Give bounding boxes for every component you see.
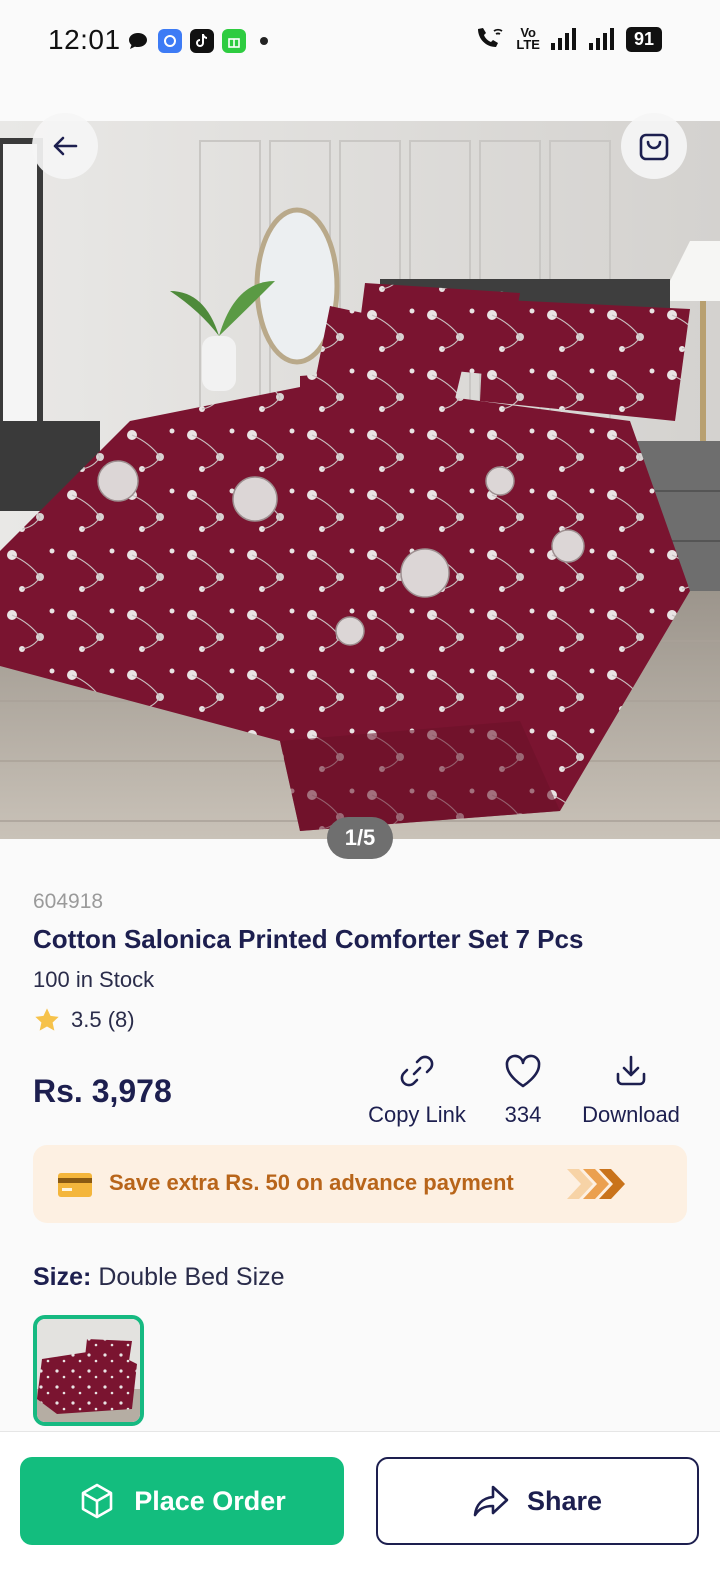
notification-icons	[126, 29, 268, 53]
size-selector-label: Size: Double Bed Size	[33, 1263, 285, 1292]
system-icons: Vo LTE 91	[474, 26, 662, 52]
product-sku: 604918	[33, 890, 104, 913]
star-icon	[35, 1008, 59, 1031]
credit-card-icon	[58, 1173, 92, 1197]
copy-link-label: Copy Link	[368, 1102, 466, 1127]
bottom-action-bar: Place Order Share	[0, 1431, 720, 1570]
chevrons-right-icon	[567, 1169, 625, 1199]
volte-indicator: Vo LTE	[516, 25, 540, 52]
back-button[interactable]	[32, 113, 98, 179]
place-order-label: Place Order	[134, 1485, 286, 1516]
advance-payment-banner[interactable]: Save extra Rs. 50 on advance payment	[33, 1145, 687, 1223]
cart-button[interactable]	[621, 113, 687, 179]
wishlist-button[interactable]: 334	[496, 1052, 550, 1128]
wifi-call-icon	[478, 28, 503, 47]
size-value: Double Bed Size	[98, 1263, 285, 1291]
heart-icon	[505, 1054, 541, 1088]
variant-thumbnail-image	[37, 1319, 140, 1422]
share-label: Share	[526, 1485, 603, 1516]
signal-icon-sim1	[550, 28, 576, 50]
signal-icon-sim2	[588, 28, 614, 50]
status-bar: 12:01 Vo LTE 91	[0, 0, 720, 84]
shopping-bag-icon	[639, 133, 669, 161]
product-photo	[0, 121, 720, 839]
size-variant-thumbnail[interactable]	[33, 1315, 144, 1426]
battery-indicator: 91	[625, 26, 662, 52]
image-pager-indicator: 1/5	[327, 817, 393, 859]
tiktok-icon	[190, 29, 214, 53]
gift-app-icon	[222, 29, 246, 53]
rating-value: 3.5 (8)	[71, 1007, 135, 1032]
share-button[interactable]: Share	[376, 1457, 699, 1545]
product-image-gallery[interactable]	[0, 121, 720, 839]
link-icon	[400, 1055, 434, 1087]
product-rating[interactable]: 3.5 (8)	[33, 1006, 135, 1034]
likes-count: 334	[504, 1102, 542, 1127]
chat-bubble-icon	[129, 33, 147, 49]
arrow-left-icon	[53, 136, 78, 156]
status-time: 12:01	[48, 24, 121, 55]
download-button[interactable]: Download	[575, 1052, 687, 1128]
place-order-button[interactable]: Place Order	[20, 1457, 344, 1545]
share-arrow-icon	[473, 1485, 509, 1517]
promo-text: Save extra Rs. 50 on advance payment	[109, 1170, 514, 1195]
download-icon	[616, 1055, 646, 1086]
more-notifications-dot	[260, 37, 268, 45]
product-price: Rs. 3,978	[33, 1073, 172, 1109]
sync-app-icon	[158, 29, 182, 53]
size-label: Size:	[33, 1263, 92, 1291]
copy-link-button[interactable]: Copy Link	[365, 1052, 469, 1128]
package-icon	[81, 1483, 113, 1519]
download-label: Download	[582, 1102, 680, 1127]
stock-status: 100 in Stock	[33, 967, 155, 992]
product-title: Cotton Salonica Printed Comforter Set 7 …	[33, 924, 584, 954]
